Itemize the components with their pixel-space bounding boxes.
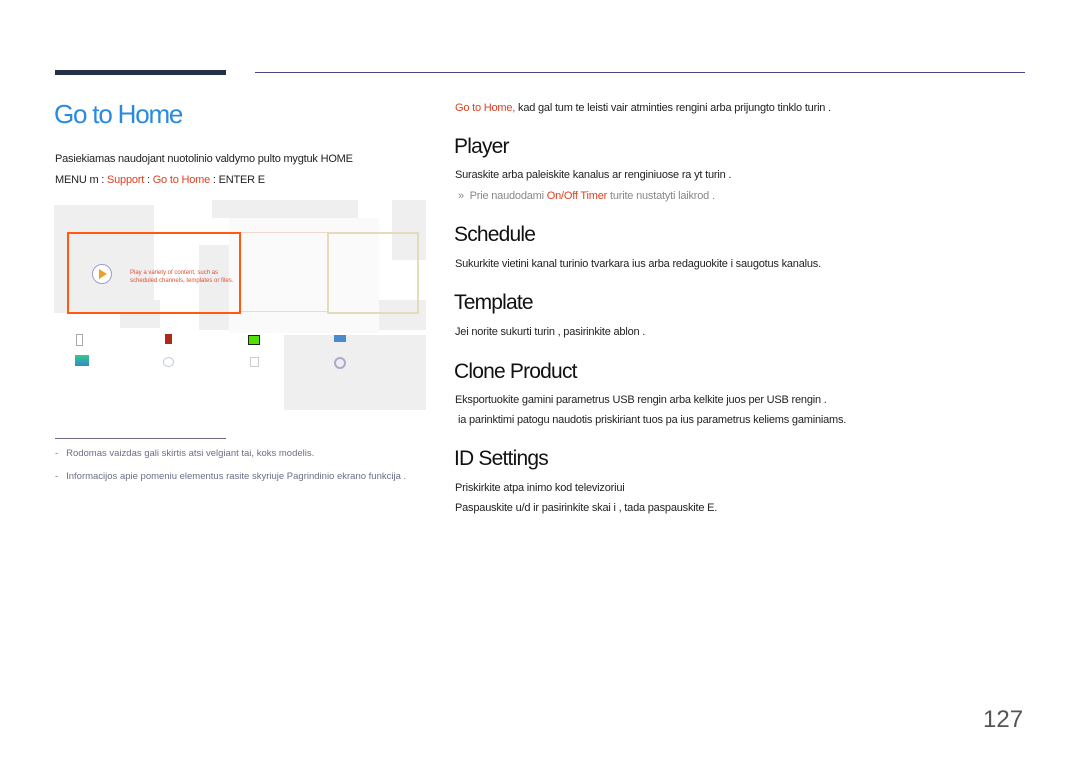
clone-text-1: Eksportuokite gamini parametrus USB reng… (455, 394, 827, 406)
menu-path: MENU m : Support : Go to Home : ENTER E (55, 174, 265, 186)
page-title: Go to Home (54, 99, 183, 129)
network-icon[interactable] (334, 335, 346, 342)
note-2: - Informacijos apie pomeniu elementus ra… (55, 471, 407, 482)
player-note: » Prie naudodami On/Off Timer turite nus… (458, 190, 715, 202)
section-title-template: Template (454, 291, 534, 314)
menu-sep: : (144, 174, 153, 186)
picture-icon[interactable] (248, 335, 260, 345)
section-title-id-settings: ID Settings (454, 447, 549, 470)
menu-home-link[interactable]: Go to Home (153, 174, 211, 186)
notes-rule (55, 438, 226, 439)
menu-prefix: MENU m : (55, 174, 107, 186)
header-accent-bar (55, 70, 226, 75)
settings-icon[interactable] (334, 357, 346, 369)
intro-link[interactable]: Go to Home, (455, 102, 515, 114)
menu-support-link[interactable]: Support (107, 174, 144, 186)
menu-suffix: : ENTER E (210, 174, 265, 186)
tile-template[interactable] (327, 232, 419, 314)
section-title-schedule: Schedule (454, 223, 536, 246)
section-title-clone-product: Clone Product (454, 360, 577, 383)
intro-text: Go to Home, kad gal tum te leisti vair a… (455, 102, 831, 114)
section-title-player: Player (454, 135, 510, 158)
player-text: Suraskite arba paleiskite kanalus ar ren… (455, 169, 732, 181)
id-text-2: Paspauskite u/d ir pasirinkite skai i , … (455, 502, 718, 514)
usb-icon[interactable] (165, 334, 172, 344)
header-rule (255, 72, 1025, 73)
play-icon (92, 264, 112, 284)
id-text-1: Priskirkite atpa inimo kod televizoriui (455, 482, 625, 494)
on-off-timer-link[interactable]: On/Off Timer (547, 190, 608, 202)
clone-text-2: ia parinktimi patogu naudotis priskirian… (458, 414, 847, 426)
source-icon[interactable] (76, 334, 83, 346)
schedule-text: Sukurkite vietini kanal turinio tvarkara… (455, 258, 821, 270)
page-number: 127 (983, 706, 1024, 733)
manual-page: Go to Home Pasiekiamas naudojant nuotoli… (0, 0, 1080, 763)
player-desc: Play a variety of content, such as schedu… (130, 270, 234, 284)
tile-player-selected[interactable]: Play a variety of content, such as schedu… (67, 232, 241, 314)
text-icon[interactable] (250, 357, 259, 367)
cloud-icon[interactable] (163, 357, 174, 367)
template-text: Jei norite sukurti turin , pasirinkite a… (455, 326, 646, 338)
access-instruction: Pasiekiamas naudojant nuotolinio valdymo… (55, 153, 353, 165)
home-screen-illustration: Play a variety of content, such as schedu… (54, 200, 426, 412)
tile-schedule[interactable] (238, 232, 328, 312)
note-1: - Rodomas vaizdas gali skirtis atsi velg… (55, 448, 315, 459)
apps-icon[interactable] (75, 355, 89, 366)
